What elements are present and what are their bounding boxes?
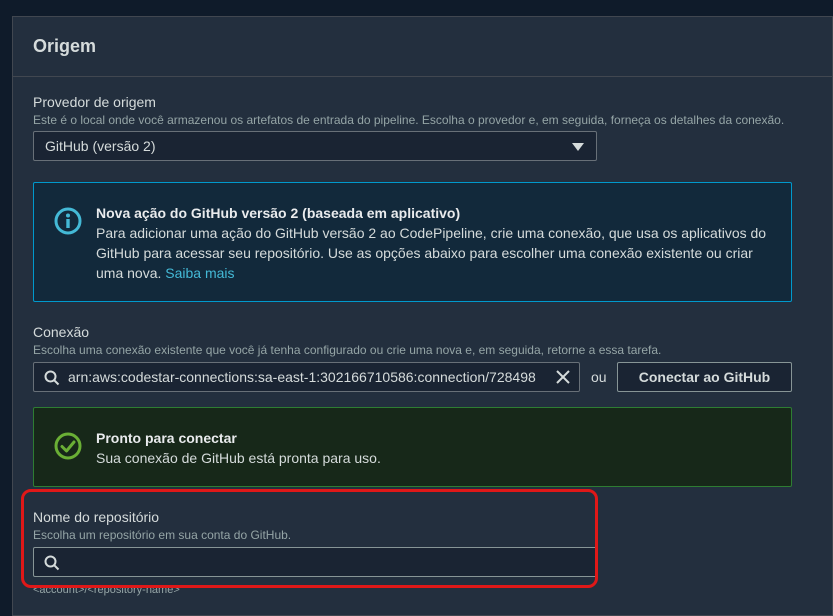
- page-title: Origem: [33, 36, 97, 56]
- search-icon: [44, 370, 60, 386]
- repository-input[interactable]: [33, 547, 597, 577]
- info-alert: Nova ação do GitHub versão 2 (baseada em…: [33, 182, 792, 302]
- connection-label: Conexão: [33, 324, 90, 340]
- check-circle-icon: [54, 432, 82, 460]
- connection-input-value: arn:aws:codestar-connections:sa-east-1:3…: [68, 369, 536, 385]
- success-alert: Pronto para conectar Sua conexão de GitH…: [33, 407, 792, 487]
- connection-description: Escolha uma conexão existente que você j…: [33, 343, 662, 357]
- info-alert-line-3: uma nova. Saiba mais: [96, 263, 776, 283]
- info-alert-body: Para adicionar uma ação do GitHub versão…: [96, 223, 776, 283]
- repository-hint: <account>/<repository-name>: [33, 584, 180, 596]
- connect-github-button[interactable]: Conectar ao GitHub: [617, 362, 792, 392]
- success-alert-title: Pronto para conectar: [96, 430, 237, 446]
- close-icon[interactable]: [555, 369, 571, 385]
- connection-input[interactable]: arn:aws:codestar-connections:sa-east-1:3…: [33, 362, 580, 392]
- success-alert-text: Sua conexão de GitHub está pronta para u…: [96, 450, 381, 466]
- info-alert-line-2: GitHub para acessar seu repositório. Use…: [96, 245, 753, 261]
- caret-down-icon: [572, 143, 584, 151]
- provider-select-value: GitHub (versão 2): [45, 138, 156, 154]
- repository-label: Nome do repositório: [33, 509, 160, 525]
- provider-label: Provedor de origem: [33, 94, 156, 110]
- panel-header: Origem: [13, 17, 832, 77]
- repository-description: Escolha um repositório em sua conta do G…: [33, 528, 292, 542]
- info-alert-line-1: Para adicionar uma ação do GitHub versão…: [96, 225, 767, 241]
- provider-select[interactable]: GitHub (versão 2): [33, 131, 597, 161]
- learn-more-link[interactable]: Saiba mais: [165, 265, 234, 281]
- source-panel: Origem Provedor de origem Este é o local…: [12, 16, 833, 616]
- or-separator: ou: [591, 369, 607, 385]
- provider-description: Este é o local onde você armazenou os ar…: [33, 113, 785, 127]
- info-alert-title: Nova ação do GitHub versão 2 (baseada em…: [96, 205, 461, 221]
- info-icon: [54, 207, 82, 235]
- info-alert-line-3-text: uma nova.: [96, 265, 162, 281]
- search-icon: [44, 555, 60, 571]
